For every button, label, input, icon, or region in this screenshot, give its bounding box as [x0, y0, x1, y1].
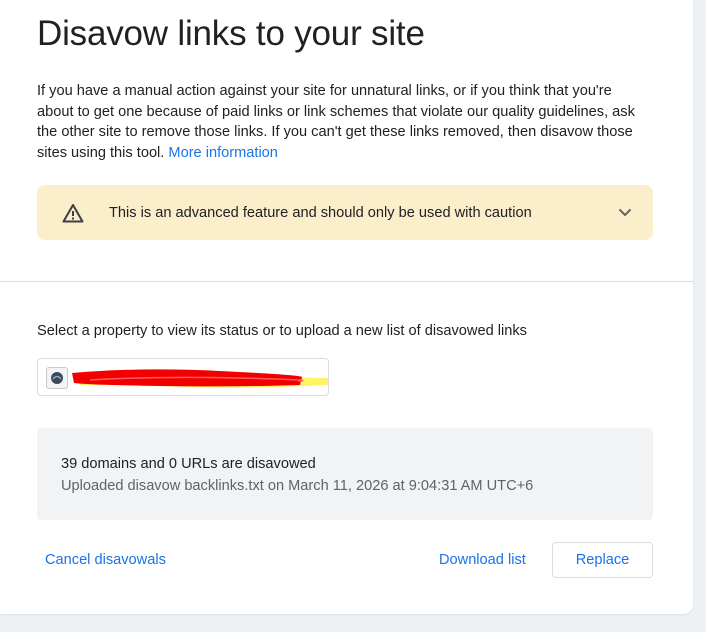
chevron-down-icon[interactable]	[615, 203, 635, 223]
intro-paragraph: If you have a manual action against your…	[37, 81, 637, 163]
property-select-label: Select a property to view its status or …	[37, 323, 527, 339]
site-favicon-icon	[46, 367, 68, 389]
disavow-count-text: 39 domains and 0 URLs are disavowed	[61, 456, 316, 472]
replace-button[interactable]: Replace	[552, 542, 653, 578]
warning-text: This is an advanced feature and should o…	[109, 204, 532, 221]
warning-triangle-icon	[61, 201, 85, 225]
redaction-scribble	[72, 369, 328, 388]
disavow-status-panel: 39 domains and 0 URLs are disavowed Uplo…	[37, 428, 653, 520]
upload-details-text: Uploaded disavow backlinks.txt on March …	[61, 478, 534, 494]
more-information-link[interactable]: More information	[168, 145, 278, 161]
cancel-disavowals-button[interactable]: Cancel disavowals	[45, 552, 166, 568]
page-title: Disavow links to your site	[37, 14, 425, 53]
property-selector[interactable]	[37, 358, 329, 396]
download-list-button[interactable]: Download list	[439, 552, 526, 568]
intro-text: If you have a manual action against your…	[37, 83, 635, 161]
section-divider	[0, 281, 693, 282]
advanced-feature-warning[interactable]: This is an advanced feature and should o…	[37, 185, 653, 240]
disavow-card: Disavow links to your site If you have a…	[0, 0, 693, 614]
